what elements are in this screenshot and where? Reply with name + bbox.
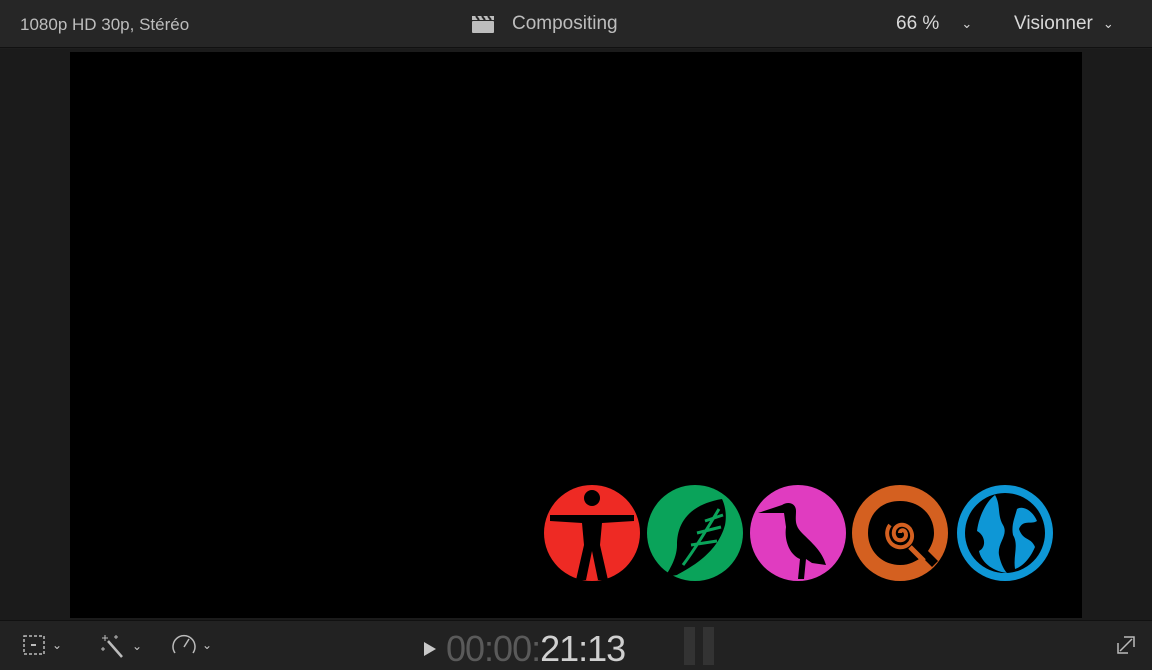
shell-logo: [852, 485, 948, 581]
timecode-current: 21:13: [540, 628, 625, 670]
transform-menu-button[interactable]: ⌄: [22, 633, 62, 657]
chevron-down-icon: ⌄: [961, 16, 972, 32]
audio-meter-left: [684, 627, 695, 665]
fullscreen-icon: [1114, 633, 1138, 657]
play-icon[interactable]: [420, 639, 440, 659]
timecode-dim: 00:00:: [446, 628, 540, 670]
viewer: [0, 49, 1152, 620]
audio-meter-right: [703, 627, 714, 665]
timecode-display[interactable]: 00:00: 21:13: [420, 628, 625, 670]
fullscreen-button[interactable]: [1114, 633, 1138, 657]
viewer-header: 1080p HD 30p, Stéréo Compositing 66 % ⌄ …: [0, 0, 1152, 48]
zoom-menu[interactable]: 66 % ⌄: [896, 13, 972, 35]
speedometer-icon: [170, 633, 198, 657]
leaf-logo: [647, 485, 743, 581]
chevron-down-icon: ⌄: [202, 638, 212, 652]
viewer-footer: ⌄ ⌄ ⌄ 00:00: 21:13: [0, 620, 1152, 670]
title-label: Compositing: [512, 13, 618, 35]
human-logo: [544, 485, 640, 581]
globe-logo: [957, 485, 1053, 581]
chevron-down-icon: ⌄: [52, 638, 62, 652]
clapper-icon: [472, 15, 494, 33]
view-label: Visionner: [1014, 13, 1093, 35]
enhance-menu-button[interactable]: ⌄: [100, 633, 142, 659]
view-menu[interactable]: Visionner ⌄: [1014, 13, 1114, 35]
transform-icon: [22, 633, 48, 657]
zoom-value: 66 %: [896, 13, 939, 35]
retime-menu-button[interactable]: ⌄: [170, 633, 212, 657]
format-info: 1080p HD 30p, Stéréo: [20, 15, 189, 35]
chevron-down-icon: ⌄: [1103, 16, 1114, 32]
magic-wand-icon: [100, 633, 128, 659]
video-frame[interactable]: [70, 52, 1082, 618]
chevron-down-icon: ⌄: [132, 639, 142, 653]
bird-logo: [750, 485, 846, 581]
project-title: Compositing: [472, 13, 618, 35]
